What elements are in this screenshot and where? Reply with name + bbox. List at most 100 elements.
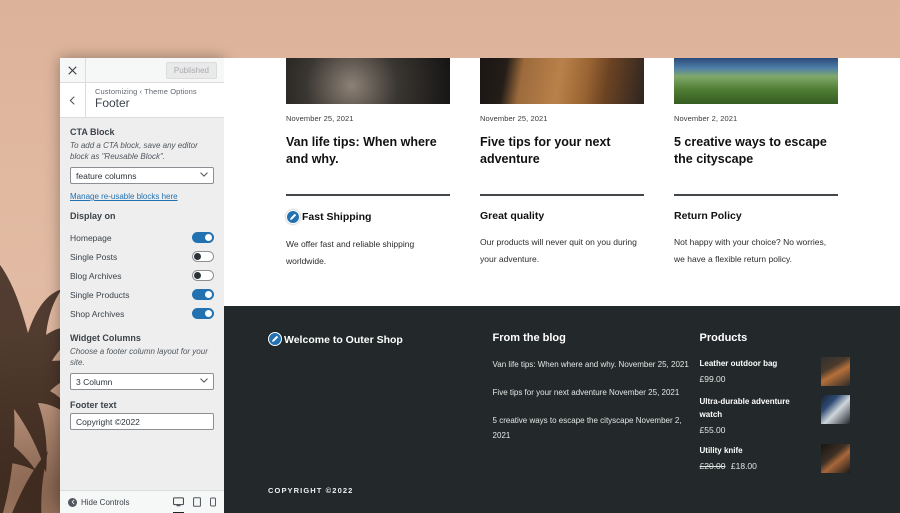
toggle-label-single-posts: Single Posts [70, 251, 118, 262]
feature-title-wrap: Fast Shipping [286, 209, 450, 224]
footer-column-blog: From the blog Van life tips: When where … [493, 332, 700, 482]
tablet-preview-icon[interactable] [193, 497, 201, 507]
page-title: Footer [95, 96, 130, 110]
divider [286, 194, 450, 196]
post-card[interactable]: November 25, 2021 Five tips for your nex… [480, 58, 644, 168]
campsite-tents-photo[interactable] [674, 58, 838, 104]
toggle-switch-single-products[interactable] [192, 289, 214, 300]
site-footer: Welcome to Outer Shop From the blog Van … [224, 306, 900, 513]
feature-title-wrap: Great quality [480, 210, 644, 222]
footer-welcome-wrap: Welcome to Outer Shop [268, 332, 493, 346]
divider [674, 194, 838, 196]
feature-column-great-quality: Great quality Our products will never qu… [480, 194, 644, 270]
van-interior-photo[interactable] [286, 58, 450, 104]
post-title[interactable]: Van life tips: When where and why. [286, 134, 450, 168]
feature-column-return-policy: Return Policy Not happy with your choice… [674, 194, 838, 270]
post-date: November 25, 2021 [286, 114, 354, 123]
feature-column-fast-shipping: Fast Shipping We offer fast and reliable… [286, 194, 450, 270]
customizer-controls: CTA Block To add a CTA block, save any e… [60, 118, 224, 490]
feature-text: We offer fast and reliable shipping worl… [286, 238, 415, 266]
widget-columns-field: Widget Columns Choose a footer column la… [70, 333, 214, 390]
footer-product-price: £20.00 £18.00 [700, 461, 811, 471]
footer-product-text: Ultra-durable adventure watch £55.00 [700, 395, 821, 435]
post-card[interactable]: November 25, 2021 Van life tips: When wh… [286, 58, 450, 168]
footer-product-price: £55.00 [700, 425, 811, 435]
post-title[interactable]: Five tips for your next adventure [480, 134, 644, 168]
footer-product-name[interactable]: Leather outdoor bag [700, 357, 811, 370]
post-card[interactable]: November 2, 2021 5 creative ways to esca… [674, 58, 838, 168]
feature-text: Not happy with your choice? No worries, … [674, 236, 827, 264]
post-date: November 25, 2021 [480, 114, 548, 123]
customizer-section-header: Customizing ‹ Theme Options Footer [60, 83, 224, 118]
hide-controls-label: Hide Controls [81, 497, 130, 507]
feature-title: Return Policy [674, 209, 742, 222]
footer-welcome-title: Welcome to Outer Shop [284, 334, 403, 346]
customizer-topbar: Published [60, 58, 224, 83]
toggle-row-single-products[interactable]: Single Products [70, 285, 214, 304]
footer-blog-item[interactable]: 5 creative ways to escape the cityscape … [493, 413, 700, 443]
customizer-title-block: Customizing ‹ Theme Options Footer [86, 83, 197, 117]
footer-column-products: Products Leather outdoor bag £99.00 Ultr… [700, 332, 850, 482]
widget-columns-description: Choose a footer column layout for your s… [70, 347, 208, 367]
widget-columns-select[interactable]: 3 Column [70, 373, 214, 390]
footer-blog-heading: From the blog [492, 332, 566, 344]
footer-copyright: COPYRIGHT ©2022 [268, 486, 354, 495]
toggle-row-homepage[interactable]: Homepage [70, 228, 214, 247]
collapse-icon [68, 497, 77, 507]
post-title[interactable]: 5 creative ways to escape the cityscape [674, 134, 838, 168]
leather-bag-photo[interactable] [821, 357, 850, 386]
close-icon[interactable] [60, 58, 86, 82]
footer-products-heading: Products [699, 332, 748, 344]
customizer-bottom-bar: Hide Controls [60, 490, 224, 513]
footer-product-item[interactable]: Utility knife £20.00 £18.00 [700, 444, 850, 473]
cta-block-select-value: feature columns [76, 170, 137, 181]
footer-columns: Welcome to Outer Shop From the blog Van … [268, 332, 850, 482]
edit-shortcut-pencil-icon[interactable] [268, 332, 282, 346]
device-preview-group [173, 497, 216, 513]
desktop-preview-icon[interactable] [173, 497, 184, 513]
footer-product-name[interactable]: Utility knife [700, 444, 811, 457]
footer-product-current-price: £55.00 [699, 425, 726, 435]
footer-product-current-price: £18.00 [730, 461, 757, 471]
toggle-label-homepage: Homepage [70, 232, 112, 243]
customizer-panel: Published Customizing ‹ Theme Options Fo… [60, 58, 224, 513]
site-preview[interactable]: November 25, 2021 Van life tips: When wh… [224, 58, 900, 513]
footer-text-input[interactable] [70, 413, 214, 430]
post-date: November 2, 2021 [674, 114, 738, 123]
hide-controls-button[interactable]: Hide Controls [68, 497, 130, 507]
watch-photo[interactable] [821, 395, 850, 424]
toggle-row-shop-archives[interactable]: Shop Archives [70, 304, 214, 323]
toggle-switch-single-posts[interactable] [192, 251, 214, 262]
toggle-switch-shop-archives[interactable] [192, 308, 214, 319]
edit-shortcut-pencil-icon[interactable] [286, 209, 300, 224]
footer-blog-item[interactable]: Van life tips: When where and why. Novem… [493, 357, 700, 372]
footer-product-current-price: £99.00 [699, 374, 726, 384]
cta-block-select[interactable]: feature columns [70, 167, 214, 184]
footer-product-item[interactable]: Leather outdoor bag £99.00 [700, 357, 850, 386]
toggle-row-blog-archives[interactable]: Blog Archives [70, 266, 214, 285]
footer-product-old-price: £20.00 [699, 461, 726, 471]
footer-text-label: Footer text [70, 400, 117, 410]
brown-jacket-photo[interactable] [480, 58, 644, 104]
toggle-switch-blog-archives[interactable] [192, 270, 214, 281]
chevron-left-icon[interactable] [60, 83, 86, 117]
feature-title: Great quality [480, 209, 545, 222]
toggle-switch-homepage[interactable] [192, 232, 214, 243]
display-on-label: Display on [70, 211, 116, 221]
desktop-background: Published Customizing ‹ Theme Options Fo… [0, 0, 900, 513]
footer-product-name[interactable]: Ultra-durable adventure watch [700, 395, 811, 421]
chevron-down-icon [200, 378, 208, 385]
toggle-label-single-products: Single Products [70, 289, 130, 300]
footer-blog-item[interactable]: Five tips for your next adventure Novemb… [493, 385, 700, 400]
feature-text: Our products will never quit on you duri… [480, 236, 637, 264]
publish-button[interactable]: Published [165, 61, 217, 79]
toggle-row-single-posts[interactable]: Single Posts [70, 247, 214, 266]
footer-product-price: £99.00 [700, 374, 811, 384]
knife-photo[interactable] [821, 444, 850, 473]
feature-title-wrap: Return Policy [674, 210, 838, 222]
mobile-preview-icon[interactable] [210, 497, 216, 507]
cta-block-label: CTA Block [70, 127, 115, 137]
footer-product-item[interactable]: Ultra-durable adventure watch £55.00 [700, 395, 850, 435]
manage-reusable-blocks-link[interactable]: Manage re-usable blocks here [70, 192, 214, 201]
widget-columns-label: Widget Columns [70, 333, 141, 343]
